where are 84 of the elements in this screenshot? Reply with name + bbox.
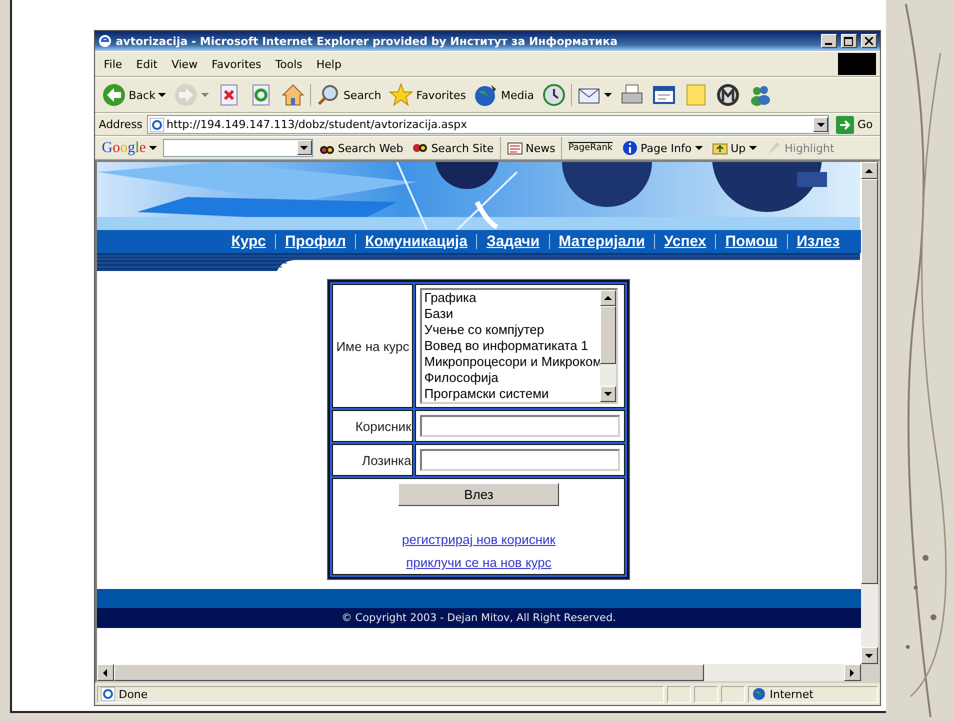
nav-link[interactable]: Помош bbox=[715, 234, 787, 249]
people-icon bbox=[748, 83, 772, 107]
caret-icon bbox=[865, 654, 874, 658]
caret-icon bbox=[604, 296, 612, 300]
course-name-label: Име на курс bbox=[336, 338, 410, 354]
search-button[interactable]: Search bbox=[313, 83, 384, 107]
maximize-icon bbox=[844, 36, 854, 46]
caret-icon bbox=[816, 122, 825, 126]
course-option[interactable]: Графика bbox=[424, 290, 600, 306]
search-site-button[interactable]: Search Site bbox=[409, 140, 497, 156]
nav-link[interactable]: Профил bbox=[275, 234, 355, 249]
close-icon bbox=[864, 37, 873, 45]
ie-page-icon bbox=[150, 118, 164, 132]
back-button[interactable]: Back bbox=[98, 83, 170, 107]
status-text: Done bbox=[118, 688, 148, 700]
course-option[interactable]: Учење со компјутер bbox=[424, 322, 600, 338]
m-logo-icon bbox=[716, 83, 740, 107]
news-button[interactable]: News bbox=[504, 140, 558, 156]
dropdown-button[interactable] bbox=[296, 140, 312, 155]
star-icon bbox=[389, 83, 414, 107]
address-field[interactable]: http://194.149.147.113/dobz/student/avtorizacija.aspx bbox=[146, 115, 830, 134]
login-button[interactable]: Влез bbox=[398, 483, 560, 506]
menu-item[interactable]: Edit bbox=[131, 58, 162, 70]
menu-item[interactable]: View bbox=[166, 58, 203, 70]
house-icon bbox=[281, 83, 306, 107]
status-pane bbox=[694, 686, 718, 702]
zone-text: Internet bbox=[770, 688, 814, 700]
username-field[interactable] bbox=[420, 415, 620, 437]
scrollbar[interactable] bbox=[96, 664, 861, 681]
window-title: avtorizacija - Microsoft Internet Explorer provided by Институт за Информатика bbox=[116, 34, 619, 48]
favorites-button[interactable]: Favorites bbox=[386, 83, 469, 107]
history-icon bbox=[542, 83, 566, 107]
course-option[interactable]: Бази bbox=[424, 306, 600, 322]
nav-link[interactable]: Материјали bbox=[548, 234, 654, 249]
register-link[interactable]: приклучи се на нов курс bbox=[406, 555, 552, 570]
address-label: Address bbox=[98, 118, 143, 131]
google-button[interactable]: Google bbox=[98, 140, 160, 156]
menu-item[interactable]: Tools bbox=[270, 58, 308, 70]
nav-link[interactable]: Успех bbox=[654, 234, 716, 249]
edit-icon bbox=[652, 83, 676, 107]
menu-item[interactable]: Help bbox=[311, 58, 346, 70]
username-label: Корисник bbox=[355, 418, 412, 434]
nav-link[interactable]: Курс bbox=[222, 234, 275, 249]
media-button[interactable]: Media bbox=[470, 83, 537, 107]
nav-link[interactable]: Комуникација bbox=[354, 234, 476, 249]
scrollbar[interactable] bbox=[860, 162, 878, 664]
menu-item[interactable]: Favorites bbox=[206, 58, 266, 70]
caret-icon bbox=[850, 668, 854, 676]
pagerank-button[interactable]: PageRank bbox=[565, 143, 616, 153]
close-button[interactable] bbox=[860, 34, 877, 48]
register-link[interactable]: регистрирај нов корисник bbox=[402, 532, 556, 547]
globe-icon bbox=[752, 687, 766, 701]
note-icon bbox=[684, 83, 708, 107]
caret-icon bbox=[300, 146, 308, 150]
password-field[interactable] bbox=[420, 449, 620, 471]
caret-icon bbox=[103, 668, 108, 676]
search-web-button[interactable]: Search Web bbox=[316, 140, 406, 156]
course-option[interactable]: Програмски системи bbox=[424, 386, 600, 402]
status-pane bbox=[666, 686, 691, 702]
up-button[interactable]: Up bbox=[708, 140, 760, 156]
copyright-text: © Copyright 2003 - Dejan Mitov, All Right Reserved. bbox=[341, 612, 616, 624]
info-icon bbox=[622, 140, 638, 156]
nav-link[interactable]: Излез bbox=[786, 234, 849, 249]
ie-logo-icon bbox=[98, 34, 112, 48]
caret-icon bbox=[604, 392, 612, 396]
caret-icon bbox=[148, 146, 157, 150]
nav-link[interactable]: Задачи bbox=[476, 234, 549, 249]
ie-page-icon bbox=[100, 687, 115, 701]
dropdown-button[interactable] bbox=[813, 117, 828, 132]
menu-item[interactable]: File bbox=[98, 58, 128, 70]
newspaper-icon bbox=[506, 140, 523, 156]
course-option[interactable]: Вовед во информатиката 1 bbox=[424, 338, 600, 354]
scrollbar[interactable] bbox=[600, 290, 616, 402]
maximize-button[interactable] bbox=[840, 34, 857, 48]
status-pane bbox=[720, 686, 745, 702]
globe-icon bbox=[474, 83, 498, 107]
google-search-field[interactable] bbox=[162, 139, 313, 157]
search-icon bbox=[316, 83, 340, 107]
password-label: Лозинка bbox=[362, 452, 412, 468]
minimize-button[interactable] bbox=[820, 34, 837, 48]
info-button[interactable]: Page Info bbox=[618, 140, 706, 156]
course-option[interactable]: Философија bbox=[424, 370, 600, 386]
go-button[interactable]: Go bbox=[833, 116, 876, 134]
caret-icon bbox=[865, 168, 874, 172]
